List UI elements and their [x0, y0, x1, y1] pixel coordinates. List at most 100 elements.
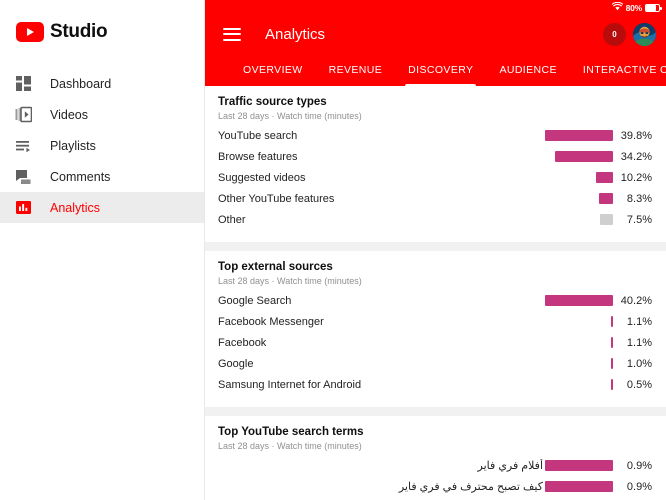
videos-icon	[12, 104, 34, 126]
sidebar-item-label: Playlists	[50, 138, 96, 153]
sidebar-item-label: Comments	[50, 169, 111, 184]
card-title: Top external sources	[218, 261, 333, 273]
sidebar-item-label: Dashboard	[50, 76, 112, 91]
metric-value: 34.2%	[620, 150, 652, 163]
sidebar-item-playlists[interactable]: Playlists	[0, 130, 204, 161]
dashboard-icon	[12, 73, 34, 95]
card-subtitle: Last 28 days · Watch time (minutes)	[218, 111, 362, 121]
hamburger-menu-icon[interactable]	[223, 27, 241, 41]
report-card[interactable]: Traffic source types Last 28 days · Watch…	[205, 86, 666, 242]
sidebar-item-analytics[interactable]: Analytics	[0, 192, 204, 223]
tab-revenue[interactable]: REVENUE	[316, 53, 396, 86]
metric-row: YouTube search 39.8%	[218, 125, 652, 146]
battery-percent-label: 80%	[625, 2, 643, 13]
metric-row: Other 7.5%	[218, 209, 652, 230]
report-card[interactable]: Top external sources Last 28 days · Watch…	[205, 251, 666, 407]
metric-label: Google Search	[218, 294, 292, 307]
metric-value: 0.9%	[626, 459, 652, 472]
card-subtitle: Last 28 days · Watch time (minutes)	[218, 441, 362, 451]
sidebar-item-comments[interactable]: Comments	[0, 161, 204, 192]
studio-logo[interactable]: Studio	[0, 0, 204, 64]
metric-bar-track	[545, 316, 613, 327]
tab-interactive-content[interactable]: INTERACTIVE CONTENT	[570, 53, 666, 86]
metric-row: Browse features 34.2%	[218, 146, 652, 167]
metric-bar	[610, 379, 613, 390]
card-subtitle: Last 28 days · Watch time (minutes)	[218, 276, 362, 286]
metric-row: Google 1.0%	[218, 353, 652, 374]
tab-label: DISCOVERY	[408, 63, 474, 76]
metric-row: Other YouTube features 8.3%	[218, 188, 652, 209]
report-card[interactable]: Top YouTube search terms Last 28 days · W…	[205, 416, 666, 500]
metric-bar-track	[545, 151, 613, 162]
main-panel: 80% Analytics 0 OVERVIEW REVENUE DISCOVE…	[205, 0, 666, 500]
sidebar-nav: Dashboard Videos Playlists Comments Anal…	[0, 68, 204, 223]
app-bar: Analytics 0	[205, 15, 666, 53]
metric-row: كيف تصبح محترف في فري فاير 0.9%	[218, 476, 652, 497]
metric-bar	[598, 193, 613, 204]
metric-value: 8.3%	[626, 192, 652, 205]
playlists-icon	[12, 135, 34, 157]
metric-label: Other	[218, 213, 246, 226]
metric-bar	[545, 295, 613, 306]
metric-bar	[545, 481, 613, 492]
sidebar-item-label: Analytics	[50, 200, 101, 215]
metric-row: أفلام فري فاير 0.9%	[218, 455, 652, 476]
metric-bar-track	[545, 130, 613, 141]
metric-value: 0.5%	[626, 378, 652, 391]
sidebar-item-dashboard[interactable]: Dashboard	[0, 68, 204, 99]
tab-label: REVENUE	[328, 63, 383, 76]
metric-label: Suggested videos	[218, 171, 306, 184]
metric-value: 10.2%	[620, 171, 652, 184]
comments-icon	[12, 166, 34, 188]
sidebar: Studio Dashboard Videos Playlists Commen…	[0, 0, 205, 500]
notification-badge[interactable]: 0	[603, 22, 626, 46]
metric-bar-track	[545, 460, 613, 471]
analytics-tab-bar: OVERVIEW REVENUE DISCOVERY AUDIENCE INTE…	[205, 53, 666, 86]
metric-bar-track	[545, 379, 613, 390]
analytics-icon	[12, 197, 34, 219]
metric-label: Samsung Internet for Android	[218, 378, 362, 391]
metric-label: Google	[218, 357, 254, 370]
metric-label: Other YouTube features	[218, 192, 335, 205]
metric-bar	[610, 337, 613, 348]
metric-bar	[595, 172, 613, 183]
metric-value: 1.1%	[626, 315, 652, 328]
status-bar: 80%	[205, 0, 666, 15]
metric-bar	[545, 130, 613, 141]
metric-row: Facebook 1.1%	[218, 332, 652, 353]
tab-label: AUDIENCE	[499, 63, 557, 76]
page-title: Analytics	[265, 25, 326, 43]
sidebar-item-videos[interactable]: Videos	[0, 99, 204, 130]
metric-bar-track	[545, 337, 613, 348]
tab-discovery[interactable]: DISCOVERY	[395, 53, 486, 86]
metric-value: 0.9%	[626, 480, 652, 493]
metric-value: 1.1%	[626, 336, 652, 349]
metric-bar-track	[545, 295, 613, 306]
metric-label: Facebook	[218, 336, 267, 349]
tab-audience[interactable]: AUDIENCE	[486, 53, 569, 86]
metric-bar	[600, 214, 613, 225]
metric-bar	[545, 460, 613, 471]
discovery-report-list[interactable]: Traffic source types Last 28 days · Watch…	[205, 86, 666, 500]
metric-value: 7.5%	[626, 213, 652, 226]
youtube-play-icon	[16, 22, 44, 42]
sidebar-item-label: Videos	[50, 107, 88, 122]
metric-bar-track	[545, 193, 613, 204]
metric-label: كيف تصبح محترف في فري فاير	[398, 481, 543, 493]
card-title: Traffic source types	[218, 96, 327, 108]
tab-label: INTERACTIVE CONTENT	[582, 63, 666, 76]
metric-bar-track	[545, 172, 613, 183]
metric-bar-track	[545, 481, 613, 492]
wifi-icon	[611, 1, 623, 13]
metric-bar-track	[545, 214, 613, 225]
tab-overview[interactable]: OVERVIEW	[230, 53, 316, 86]
metric-row: Facebook Messenger 1.1%	[218, 311, 652, 332]
tab-label: OVERVIEW	[243, 63, 303, 76]
metric-bar	[610, 316, 613, 327]
avatar[interactable]	[633, 22, 656, 46]
metric-label: أفلام فري فاير	[477, 460, 543, 472]
metric-row: Google Search 40.2%	[218, 290, 652, 311]
card-title: Top YouTube search terms	[218, 426, 364, 438]
metric-value: 1.0%	[626, 357, 652, 370]
metric-row: Suggested videos 10.2%	[218, 167, 652, 188]
